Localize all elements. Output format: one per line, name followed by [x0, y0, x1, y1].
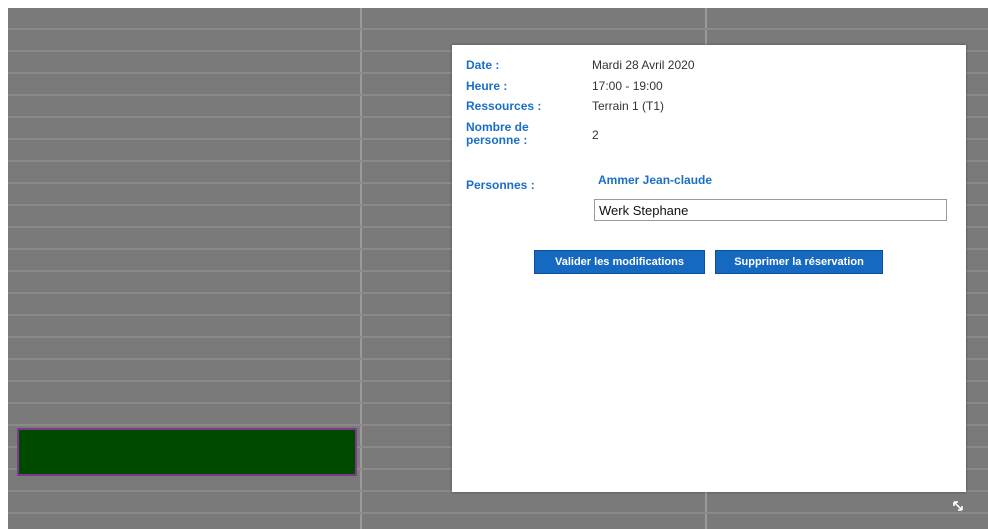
hours-label: Heure : — [466, 79, 508, 93]
resources-value: Terrain 1 (T1) — [592, 99, 665, 113]
reservation-details-popup: Date : Mardi 28 Avril 2020 Heure : 17:00… — [452, 45, 966, 492]
delete-reservation-button[interactable]: Supprimer la réservation — [715, 250, 883, 274]
persons-label: Personnes : — [466, 178, 535, 192]
people-count-value: 2 — [592, 128, 599, 142]
date-value: Mardi 28 Avril 2020 — [592, 58, 695, 72]
resources-label: Ressources : — [466, 99, 542, 113]
reservation-event-block[interactable] — [17, 428, 357, 476]
people-count-label: Nombre de personne : — [466, 120, 529, 147]
person-input[interactable] — [594, 199, 947, 221]
person-link-ammer[interactable]: Ammer Jean-claude — [598, 173, 712, 187]
validate-changes-button[interactable]: Valider les modifications — [534, 250, 705, 274]
resize-handle-icon[interactable] — [952, 500, 964, 512]
date-label: Date : — [466, 58, 500, 72]
hours-value: 17:00 - 19:00 — [592, 79, 663, 93]
